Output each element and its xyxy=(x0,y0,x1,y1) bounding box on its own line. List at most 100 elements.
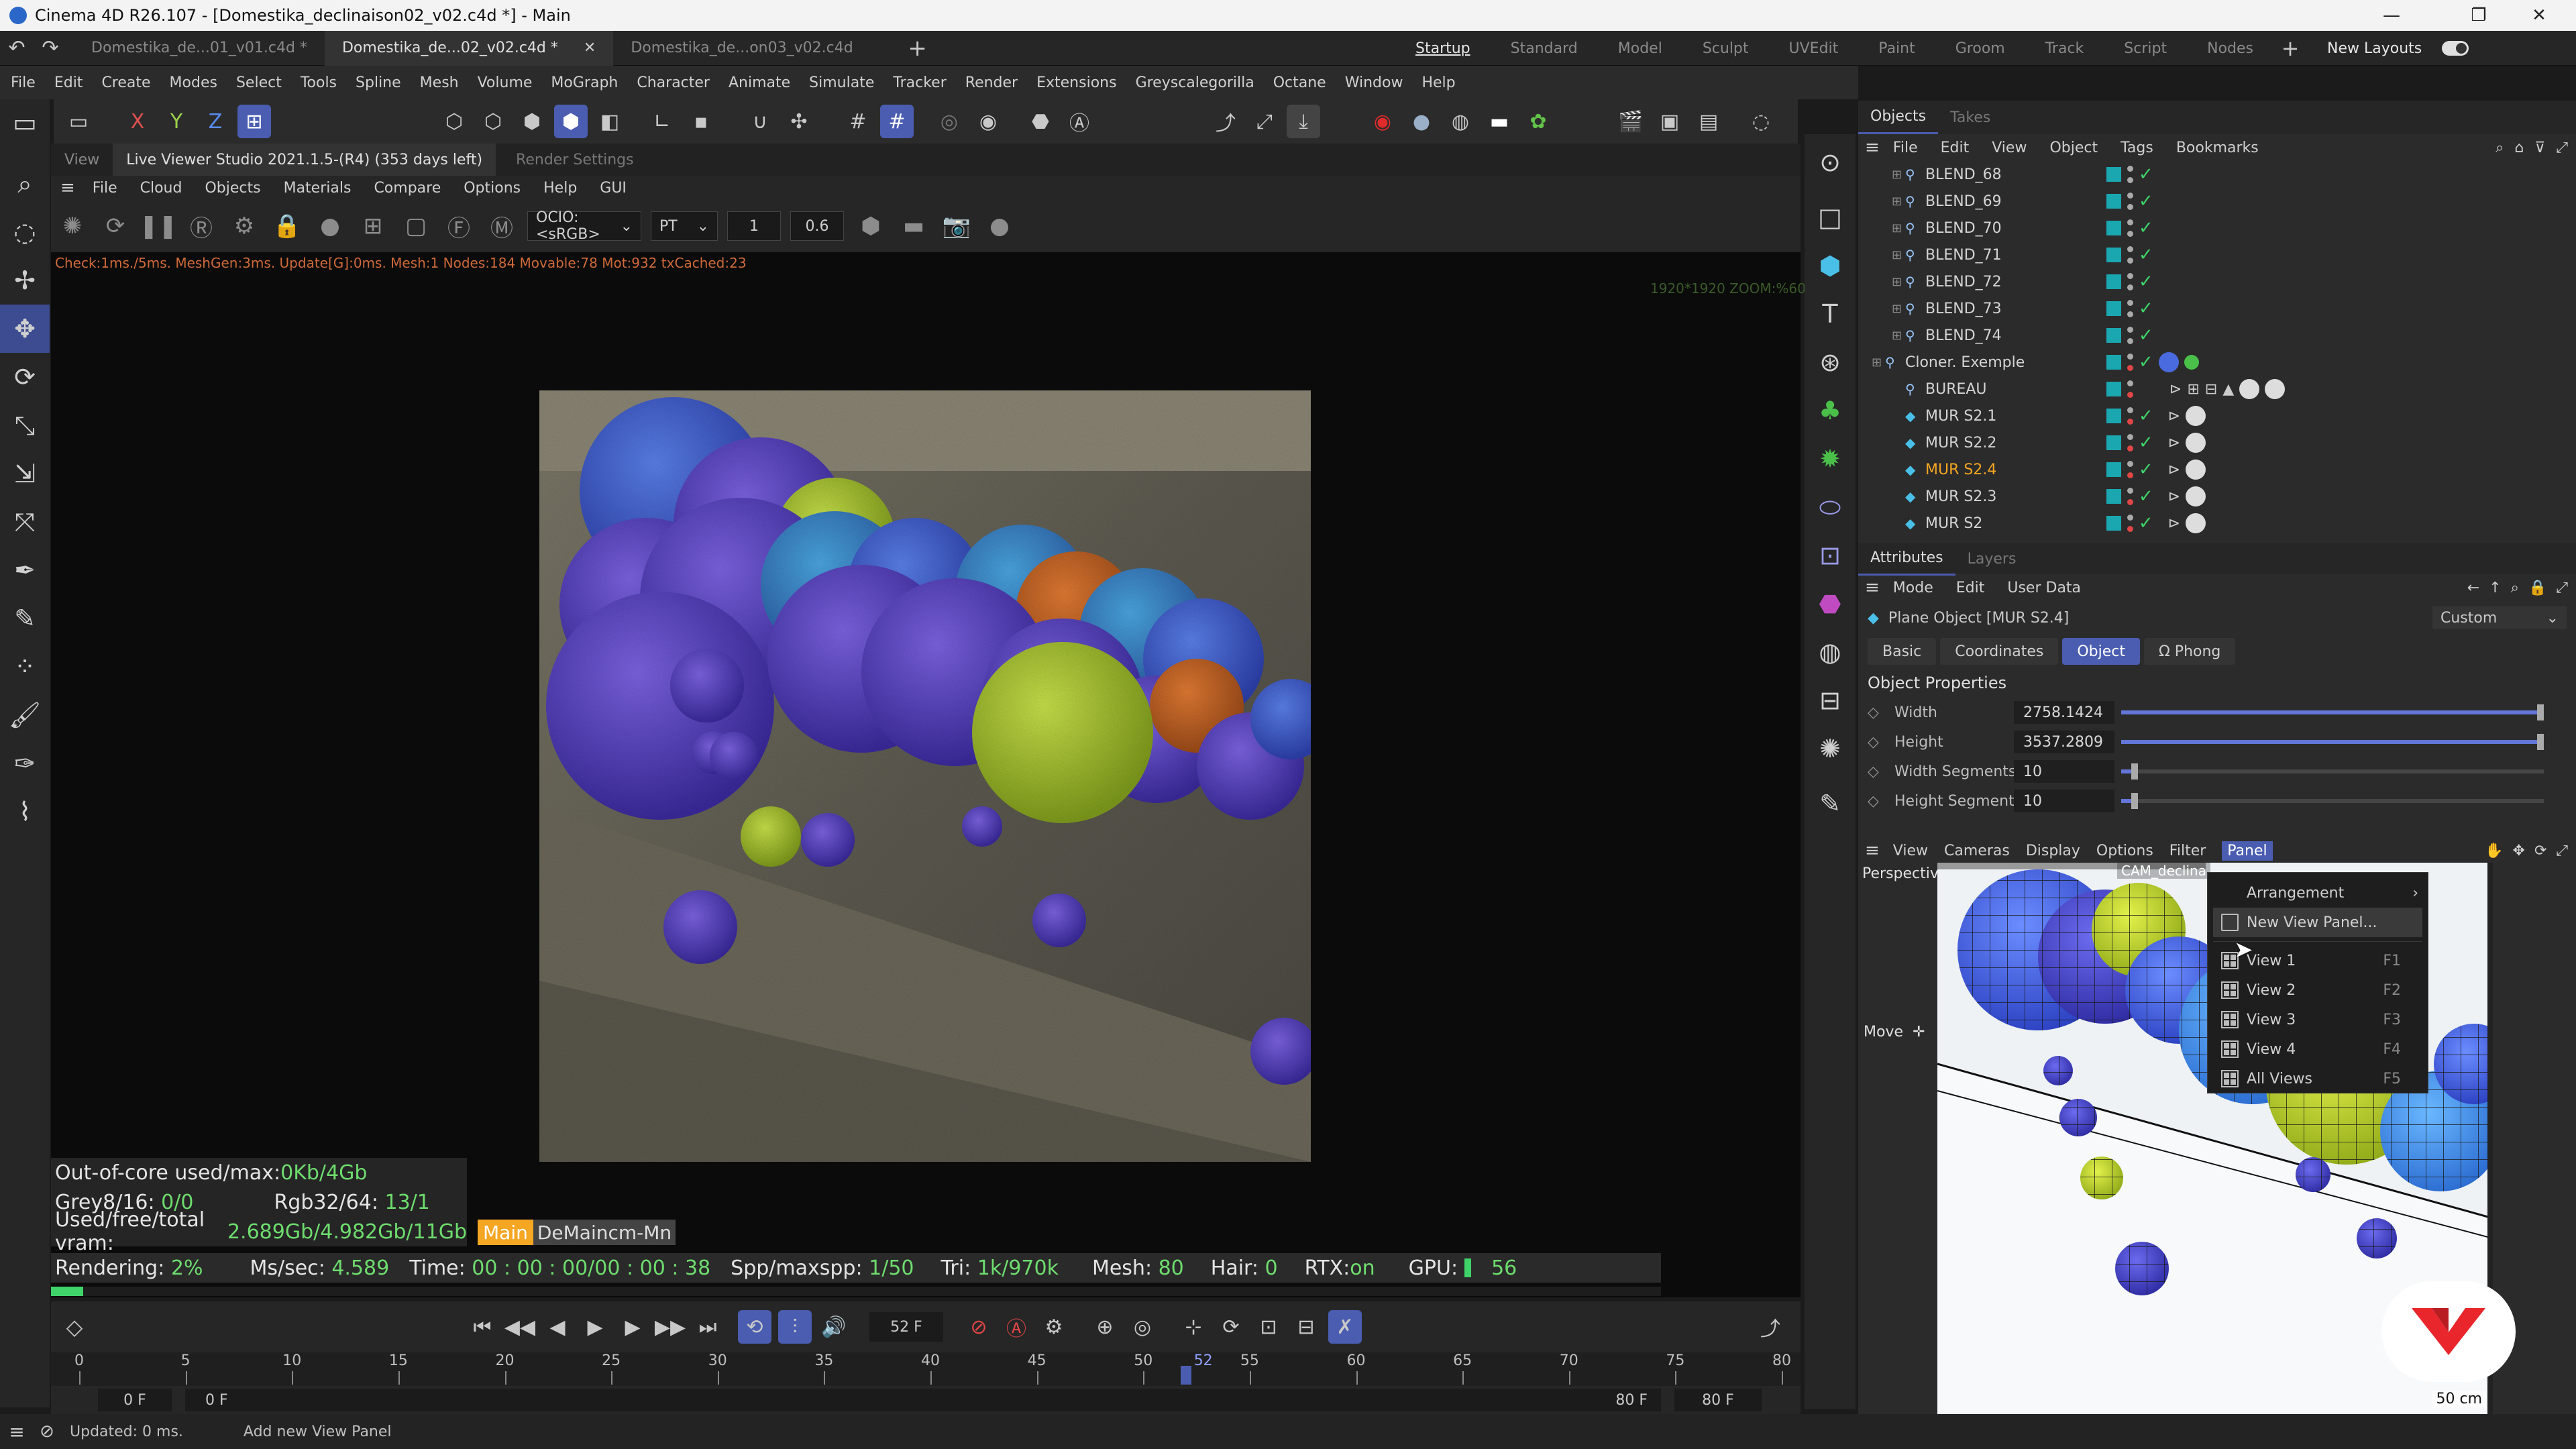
magnet-icon[interactable]: ∪ xyxy=(743,105,777,138)
expand-toggle-icon[interactable]: ⊞ xyxy=(1892,275,1905,289)
home-icon[interactable]: ⌂ xyxy=(2514,140,2524,156)
menu-mesh[interactable]: Mesh xyxy=(420,74,459,91)
layer-color-swatch[interactable] xyxy=(2106,301,2121,316)
film-icon[interactable]: ▬ xyxy=(896,209,931,244)
material-tag-icon[interactable] xyxy=(2186,486,2206,506)
up-arrow-icon[interactable]: ↑ xyxy=(2489,580,2501,596)
expand-panel-icon[interactable]: ⤢ xyxy=(2556,140,2568,156)
scene-icon[interactable]: ⊟ xyxy=(1805,676,1856,724)
rotate-tool-icon[interactable]: ⟳ xyxy=(0,353,50,401)
layout-sculpt[interactable]: Sculpt xyxy=(1682,31,1769,66)
layer-color-swatch[interactable] xyxy=(2106,194,2121,209)
lv-menu-materials[interactable]: Materials xyxy=(284,180,352,197)
material-tag-icon[interactable] xyxy=(2186,406,2206,426)
knife-icon[interactable]: ⌇ xyxy=(0,788,50,836)
layout-script[interactable]: Script xyxy=(2104,31,2187,66)
back-arrow-icon[interactable]: ← xyxy=(2467,580,2479,596)
enabled-check-icon[interactable]: ✓ xyxy=(2139,406,2153,426)
tab-layers[interactable]: Layers xyxy=(1955,542,2029,576)
doc-tab-1[interactable]: Domestika_de...01_v01.c4d * xyxy=(74,31,325,66)
menu-item-view-2[interactable]: View 2 F2 xyxy=(2208,975,2428,1005)
coordinate-system-icon[interactable]: ⊞ xyxy=(237,105,271,138)
enabled-check-icon[interactable]: ✓ xyxy=(2139,245,2153,265)
layout-groom[interactable]: Groom xyxy=(1935,31,2025,66)
object-name[interactable]: BLEND_72 xyxy=(1925,274,2002,290)
end-frame-field[interactable]: 80 F xyxy=(1674,1389,1762,1411)
add-layout-icon[interactable]: + xyxy=(2273,36,2307,61)
tab-live-viewer[interactable]: Live Viewer Studio 2021.1.5-(R4) (353 da… xyxy=(113,144,496,176)
goto-start-icon[interactable]: ⏮ xyxy=(467,1316,498,1339)
fcurve-icon[interactable]: ⤴ xyxy=(1754,1312,1787,1342)
lock-icon[interactable]: 🔒 xyxy=(270,209,305,244)
pla-key-icon[interactable]: ⊡ xyxy=(1253,1316,1284,1339)
lv-menu-options[interactable]: Options xyxy=(464,180,521,197)
lv-menu-file[interactable]: File xyxy=(93,180,117,197)
text-object-icon[interactable]: T xyxy=(1805,290,1856,338)
object-row[interactable]: ⊞ ⚲ BLEND_73 ✓ xyxy=(1858,295,2576,322)
object-row[interactable]: ⚲ BUREAU ⊳ ⊞ ⊟ ▲ xyxy=(1858,376,2576,402)
octane-sphere-icon[interactable]: ● xyxy=(1405,105,1438,138)
workplane-lock-icon[interactable]: ◉ xyxy=(971,105,1005,138)
tab-view[interactable]: View xyxy=(51,152,113,168)
visibility-dots[interactable] xyxy=(2127,300,2133,317)
model-mode-icon[interactable]: ⬢ xyxy=(554,105,588,138)
visibility-dots[interactable] xyxy=(2127,407,2133,425)
object-name[interactable]: BLEND_74 xyxy=(1925,327,2002,344)
lv-menu-compare[interactable]: Compare xyxy=(374,180,441,197)
texture-tag-icon[interactable]: ⊳ xyxy=(2168,515,2180,532)
enabled-check-icon[interactable]: ✓ xyxy=(2139,433,2153,453)
scale-tool-icon[interactable]: ⤡ xyxy=(0,401,50,449)
texture-tag-icon[interactable]: ⊳ xyxy=(2168,488,2180,505)
menu-greyscalegorilla[interactable]: Greyscalegorilla xyxy=(1136,74,1254,91)
menu-mograph[interactable]: MoGraph xyxy=(551,74,618,91)
layer-color-swatch[interactable] xyxy=(2106,516,2121,531)
visibility-dots[interactable] xyxy=(2127,246,2133,264)
effector-icon[interactable]: ✹ xyxy=(1805,435,1856,483)
deformer-icon[interactable]: ⬭ xyxy=(1805,483,1856,531)
preview-range-bar[interactable]: 0 F 80 F xyxy=(185,1389,1661,1411)
camera-object-icon[interactable]: ⊙ xyxy=(1805,138,1856,186)
clay-mode-icon[interactable]: ⬢ xyxy=(853,209,888,244)
enabled-check-icon[interactable]: ✓ xyxy=(2139,513,2153,533)
object-name[interactable]: BLEND_70 xyxy=(1925,220,2002,237)
object-row[interactable]: ⊞ ⚲ BLEND_70 ✓ xyxy=(1858,215,2576,241)
texture-tag-icon[interactable]: ⊳ xyxy=(2168,408,2180,425)
menu-tracker[interactable]: Tracker xyxy=(893,74,946,91)
close-tab-icon[interactable]: ✕ xyxy=(584,40,596,56)
visibility-dots[interactable] xyxy=(2127,354,2133,371)
pen-icon[interactable]: ✑ xyxy=(0,739,50,788)
keyframe-selection-icon[interactable]: ⚙ xyxy=(1038,1316,1069,1339)
visibility-dots[interactable] xyxy=(2127,380,2133,398)
layer-color-swatch[interactable] xyxy=(2106,248,2121,262)
enabled-check-icon[interactable]: ✓ xyxy=(2139,460,2153,480)
menu-spline[interactable]: Spline xyxy=(356,74,401,91)
layout-uvedit[interactable]: UVEdit xyxy=(1769,31,1859,66)
subtab-phong[interactable]: Ω Phong xyxy=(2143,638,2236,665)
vp-menu-panel[interactable]: Panel xyxy=(2222,841,2273,861)
paint-dots-icon[interactable]: ⁘ xyxy=(0,643,50,691)
menu-item-view-4[interactable]: View 4 F4 xyxy=(2208,1034,2428,1064)
generator-icon[interactable]: ⊡ xyxy=(1805,531,1856,580)
enabled-check-icon[interactable]: ✓ xyxy=(2139,352,2153,372)
property-slider[interactable] xyxy=(2121,793,2544,809)
obj-menu-file[interactable]: File xyxy=(1893,140,1918,156)
ruler-ticks[interactable]: 0 5 10 15 20 25 30 35 40 45 50 55 60 65 70 75 80 52 xyxy=(51,1352,1801,1386)
layout-track[interactable]: Track xyxy=(2025,31,2104,66)
edit-icon[interactable]: ✎ xyxy=(1805,780,1856,828)
download-icon[interactable]: ⤓ xyxy=(1287,105,1320,138)
points-mode-icon[interactable]: ⬡ xyxy=(437,105,471,138)
timeline-settings-icon[interactable]: ⊟ xyxy=(1291,1316,1322,1339)
visibility-dots[interactable] xyxy=(2127,515,2133,532)
next-key-icon[interactable]: ▶▶ xyxy=(655,1316,686,1339)
expand-toggle-icon[interactable]: ⊞ xyxy=(1892,302,1905,316)
maximize-view-icon[interactable]: ⤢ xyxy=(2556,843,2568,859)
keyframe-diamond-icon[interactable]: ◇ xyxy=(1868,763,1879,780)
expand-toggle-icon[interactable]: ⊞ xyxy=(1892,329,1905,343)
visibility-dots[interactable] xyxy=(2127,461,2133,478)
layer-color-swatch[interactable] xyxy=(2106,409,2121,423)
film-region-icon[interactable]: ▢ xyxy=(398,209,433,244)
layer-color-swatch[interactable] xyxy=(2106,274,2121,289)
hamburger-icon[interactable]: ≡ xyxy=(60,178,75,198)
live-select-icon[interactable]: ⤴ xyxy=(1209,105,1242,138)
render-region-icon[interactable]: ▭ xyxy=(62,105,95,138)
